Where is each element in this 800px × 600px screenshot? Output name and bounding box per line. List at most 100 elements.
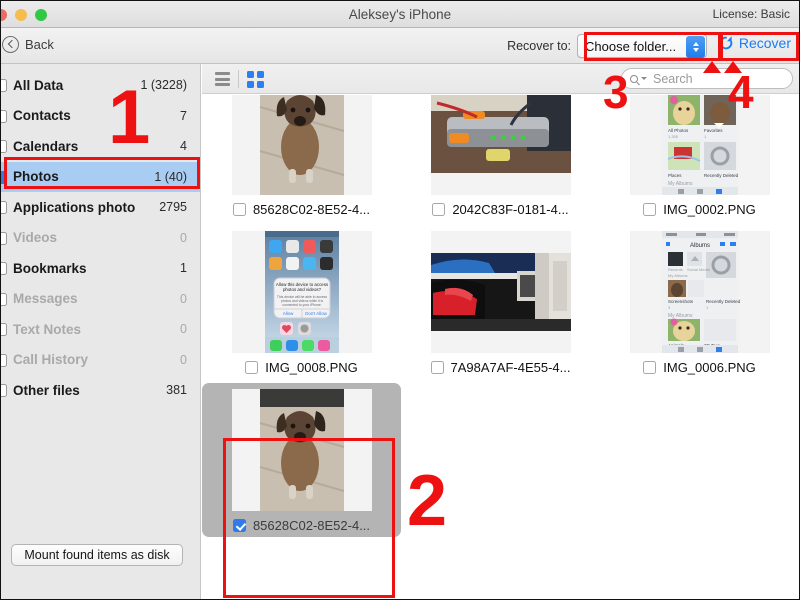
photo-checkbox[interactable] <box>643 203 656 216</box>
photo-filename: 85628C02-8E52-4... <box>253 202 370 217</box>
sidebar-list: All Data1 (3228)Contacts7Calendars4Photo… <box>1 70 200 406</box>
sidebar-item-photos[interactable]: Photos1 (40) <box>1 162 200 193</box>
photo-checkbox[interactable] <box>233 203 246 216</box>
photo-cell[interactable]: Allow this device to accessphotos and vi… <box>202 225 401 379</box>
application-window: Aleksey's iPhone License: Basic Back Rec… <box>0 0 800 600</box>
view-toggle[interactable] <box>206 69 271 89</box>
sidebar-item-applications-photo[interactable]: Applications photo2795 <box>1 192 200 223</box>
sidebar-item-checkbox[interactable] <box>0 354 7 367</box>
sidebar-item-label: Photos <box>13 169 154 184</box>
photo-checkbox[interactable] <box>643 361 656 374</box>
sidebar-item-count: 7 <box>180 109 187 123</box>
sidebar-item-other-files[interactable]: Other files381 <box>1 375 200 406</box>
photo-thumbnail[interactable] <box>431 95 571 195</box>
svg-text:My Albums: My Albums <box>668 181 693 187</box>
photo-filename: IMG_0008.PNG <box>265 360 358 375</box>
zoom-button-icon[interactable] <box>35 9 47 21</box>
svg-text:Don't Allow: Don't Allow <box>305 311 327 316</box>
list-view-button[interactable] <box>206 69 238 89</box>
sidebar-item-label: Other files <box>13 383 166 398</box>
content-toolbar: Search <box>202 64 799 94</box>
photo-cell[interactable]: AlbumsAll Photos1,355Favorites1PlacesRec… <box>600 95 799 221</box>
sidebar-item-label: All Data <box>13 78 140 93</box>
window-controls[interactable] <box>0 9 47 21</box>
svg-text:Screenshots: Screenshots <box>668 299 694 304</box>
chevron-down-icon[interactable] <box>641 77 647 80</box>
photo-thumbnail[interactable]: AlbumsAll Photos1,355Favorites1PlacesRec… <box>630 95 770 195</box>
sidebar-item-videos[interactable]: Videos0 <box>1 223 200 254</box>
chevron-updown-icon[interactable] <box>686 36 705 58</box>
photo-checkbox[interactable] <box>233 519 246 532</box>
back-button[interactable]: Back <box>7 36 54 53</box>
photo-caption: IMG_0006.PNG <box>643 360 756 375</box>
search-input[interactable]: Search <box>621 68 793 89</box>
photo-thumbnail[interactable] <box>232 389 372 511</box>
sidebar-item-checkbox[interactable] <box>0 79 7 92</box>
sidebar-item-checkbox[interactable] <box>0 140 7 153</box>
photo-cell[interactable]: AlbumsRecentsSocial MediaMy AlbumsScreen… <box>600 225 799 379</box>
sidebar-item-checkbox[interactable] <box>0 110 7 123</box>
sidebar-item-checkbox[interactable] <box>0 171 7 184</box>
sidebar-item-checkbox[interactable] <box>0 323 7 336</box>
photo-filename: 7A98A7AF-4E55-4... <box>451 360 571 375</box>
photo-cell[interactable]: 85628C02-8E52-4... <box>202 95 401 221</box>
sidebar-item-checkbox[interactable] <box>0 384 7 397</box>
photo-caption: 85628C02-8E52-4... <box>233 518 370 533</box>
photo-thumbnail[interactable]: AlbumsRecentsSocial MediaMy AlbumsScreen… <box>630 231 770 353</box>
sidebar-item-bookmarks[interactable]: Bookmarks1 <box>1 253 200 284</box>
photo-filename: IMG_0002.PNG <box>663 202 756 217</box>
photo-thumbnail[interactable]: Allow this device to accessphotos and vi… <box>232 231 372 353</box>
back-button-label: Back <box>25 37 54 52</box>
mount-found-items-button[interactable]: Mount found items as disk <box>11 544 183 566</box>
photo-grid-scroll[interactable]: 85628C02-8E52-4... 2042C83F-0181-4...Albu… <box>202 95 799 599</box>
photo-checkbox[interactable] <box>432 203 445 216</box>
minimize-button-icon[interactable] <box>15 9 27 21</box>
sidebar-item-count: 1 (40) <box>154 170 187 184</box>
sidebar-item-calendars[interactable]: Calendars4 <box>1 131 200 162</box>
sidebar-item-label: Calendars <box>13 139 180 154</box>
sidebar-item-checkbox[interactable] <box>0 293 7 306</box>
photo-filename: 85628C02-8E52-4... <box>253 518 370 533</box>
refresh-arrow-icon <box>718 35 734 51</box>
sidebar-item-all-data[interactable]: All Data1 (3228) <box>1 70 200 101</box>
title-bar: Aleksey's iPhone License: Basic <box>1 1 799 28</box>
grid-view-icon <box>247 71 264 88</box>
grid-view-button[interactable] <box>239 69 271 89</box>
recover-to-label: Recover to: <box>507 39 571 53</box>
sidebar-item-count: 0 <box>180 353 187 367</box>
sidebar-item-label: Call History <box>13 352 180 367</box>
sidebar-item-text-notes[interactable]: Text Notes0 <box>1 314 200 345</box>
sidebar-item-messages[interactable]: Messages0 <box>1 284 200 315</box>
photo-caption: 7A98A7AF-4E55-4... <box>431 360 571 375</box>
sidebar-item-label: Contacts <box>13 108 180 123</box>
search-placeholder: Search <box>653 72 693 86</box>
svg-text:Favorites: Favorites <box>704 128 723 133</box>
sidebar-item-checkbox[interactable] <box>0 201 7 214</box>
photo-checkbox[interactable] <box>245 361 258 374</box>
sidebar-item-checkbox[interactable] <box>0 262 7 275</box>
svg-text:photos and videos?: photos and videos? <box>282 287 321 292</box>
photo-thumbnail[interactable] <box>431 231 571 353</box>
photo-checkbox[interactable] <box>431 361 444 374</box>
search-icon <box>630 75 638 83</box>
folder-select[interactable]: Choose folder... <box>577 34 707 58</box>
sidebar-item-checkbox[interactable] <box>0 232 7 245</box>
main-toolbar: Back Recover to: Choose folder... Recove… <box>1 28 799 64</box>
sidebar-item-count: 2795 <box>159 200 187 214</box>
list-view-icon <box>215 72 230 86</box>
svg-text:Recently Deleted: Recently Deleted <box>706 299 741 304</box>
svg-text:Allow: Allow <box>282 311 293 316</box>
photo-cell[interactable]: 2042C83F-0181-4... <box>401 95 600 221</box>
photo-filename: IMG_0006.PNG <box>663 360 756 375</box>
recover-button[interactable]: Recover <box>718 35 791 51</box>
svg-text:1,355: 1,355 <box>668 134 679 139</box>
folder-select-value: Choose folder... <box>585 39 676 54</box>
photo-cell-selected[interactable]: 85628C02-8E52-4... <box>202 383 401 537</box>
sidebar-item-call-history[interactable]: Call History0 <box>1 345 200 376</box>
photo-caption: IMG_0002.PNG <box>643 202 756 217</box>
close-button-icon[interactable] <box>0 9 7 21</box>
photo-cell[interactable]: 7A98A7AF-4E55-4... <box>401 225 600 379</box>
sidebar-item-contacts[interactable]: Contacts7 <box>1 101 200 132</box>
license-status: License: Basic <box>713 7 790 21</box>
photo-thumbnail[interactable] <box>232 95 372 195</box>
